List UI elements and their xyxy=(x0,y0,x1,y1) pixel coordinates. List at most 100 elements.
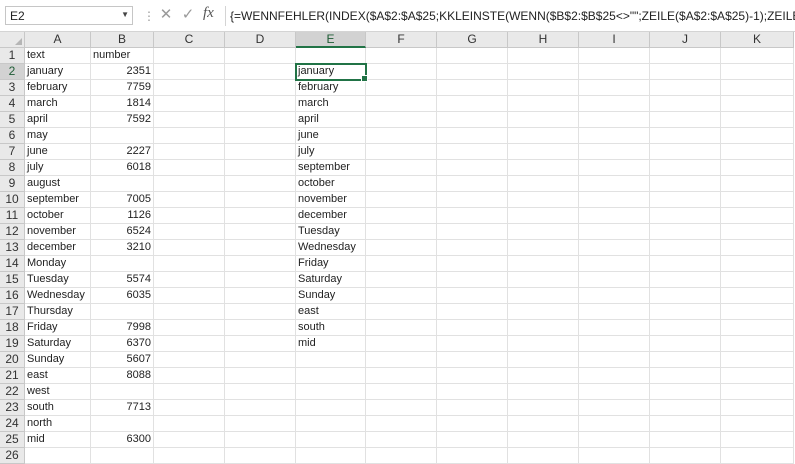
cell-a11[interactable]: october xyxy=(25,208,91,224)
cell-d12[interactable] xyxy=(225,224,296,240)
cell-i9[interactable] xyxy=(579,176,650,192)
cell-c16[interactable] xyxy=(154,288,225,304)
cell-g24[interactable] xyxy=(437,416,508,432)
cell-f4[interactable] xyxy=(366,96,437,112)
cell-k7[interactable] xyxy=(721,144,794,160)
cell-e25[interactable] xyxy=(296,432,366,448)
cell-c6[interactable] xyxy=(154,128,225,144)
cell-b17[interactable] xyxy=(91,304,154,320)
cell-d11[interactable] xyxy=(225,208,296,224)
cell-k13[interactable] xyxy=(721,240,794,256)
cell-f14[interactable] xyxy=(366,256,437,272)
cell-a9[interactable]: august xyxy=(25,176,91,192)
cell-j6[interactable] xyxy=(650,128,721,144)
cell-d17[interactable] xyxy=(225,304,296,320)
cell-h25[interactable] xyxy=(508,432,579,448)
cell-f22[interactable] xyxy=(366,384,437,400)
cell-i16[interactable] xyxy=(579,288,650,304)
cell-k17[interactable] xyxy=(721,304,794,320)
column-header-e[interactable]: E xyxy=(296,32,366,48)
cell-i24[interactable] xyxy=(579,416,650,432)
cell-c18[interactable] xyxy=(154,320,225,336)
cell-e16[interactable]: Sunday xyxy=(296,288,366,304)
cell-c9[interactable] xyxy=(154,176,225,192)
cell-e20[interactable] xyxy=(296,352,366,368)
cell-a3[interactable]: february xyxy=(25,80,91,96)
cell-c15[interactable] xyxy=(154,272,225,288)
cell-g26[interactable] xyxy=(437,448,508,464)
cell-e15[interactable]: Saturday xyxy=(296,272,366,288)
cell-b21[interactable]: 8088 xyxy=(91,368,154,384)
cell-g25[interactable] xyxy=(437,432,508,448)
cell-c26[interactable] xyxy=(154,448,225,464)
cell-k23[interactable] xyxy=(721,400,794,416)
fill-handle[interactable] xyxy=(361,75,368,82)
cell-d21[interactable] xyxy=(225,368,296,384)
cell-c5[interactable] xyxy=(154,112,225,128)
cell-k21[interactable] xyxy=(721,368,794,384)
cell-k12[interactable] xyxy=(721,224,794,240)
cell-i25[interactable] xyxy=(579,432,650,448)
cell-d14[interactable] xyxy=(225,256,296,272)
cell-j11[interactable] xyxy=(650,208,721,224)
cell-b1[interactable]: number xyxy=(91,48,154,64)
cell-h24[interactable] xyxy=(508,416,579,432)
row-header[interactable]: 25 xyxy=(0,432,25,448)
cell-g21[interactable] xyxy=(437,368,508,384)
cell-j17[interactable] xyxy=(650,304,721,320)
cell-k15[interactable] xyxy=(721,272,794,288)
cell-h22[interactable] xyxy=(508,384,579,400)
row-header[interactable]: 13 xyxy=(0,240,25,256)
cell-f20[interactable] xyxy=(366,352,437,368)
cell-i4[interactable] xyxy=(579,96,650,112)
cell-c25[interactable] xyxy=(154,432,225,448)
cell-e18[interactable]: south xyxy=(296,320,366,336)
cell-g13[interactable] xyxy=(437,240,508,256)
cell-a7[interactable]: june xyxy=(25,144,91,160)
cell-h15[interactable] xyxy=(508,272,579,288)
cell-d9[interactable] xyxy=(225,176,296,192)
cell-f5[interactable] xyxy=(366,112,437,128)
row-header[interactable]: 4 xyxy=(0,96,25,112)
cell-f18[interactable] xyxy=(366,320,437,336)
cell-g10[interactable] xyxy=(437,192,508,208)
cell-d6[interactable] xyxy=(225,128,296,144)
cell-h6[interactable] xyxy=(508,128,579,144)
cell-a25[interactable]: mid xyxy=(25,432,91,448)
row-header[interactable]: 6 xyxy=(0,128,25,144)
cell-f26[interactable] xyxy=(366,448,437,464)
cell-d15[interactable] xyxy=(225,272,296,288)
cell-d3[interactable] xyxy=(225,80,296,96)
cell-b16[interactable]: 6035 xyxy=(91,288,154,304)
cell-j18[interactable] xyxy=(650,320,721,336)
cell-a8[interactable]: july xyxy=(25,160,91,176)
row-header[interactable]: 21 xyxy=(0,368,25,384)
cell-b14[interactable] xyxy=(91,256,154,272)
cell-i2[interactable] xyxy=(579,64,650,80)
cell-i12[interactable] xyxy=(579,224,650,240)
cell-h19[interactable] xyxy=(508,336,579,352)
cell-k24[interactable] xyxy=(721,416,794,432)
confirm-icon[interactable]: ✓ xyxy=(179,5,197,25)
cell-g3[interactable] xyxy=(437,80,508,96)
row-header[interactable]: 11 xyxy=(0,208,25,224)
cell-i26[interactable] xyxy=(579,448,650,464)
row-header[interactable]: 17 xyxy=(0,304,25,320)
cell-h17[interactable] xyxy=(508,304,579,320)
cell-e17[interactable]: east xyxy=(296,304,366,320)
cell-e3[interactable]: february xyxy=(296,80,366,96)
cell-j26[interactable] xyxy=(650,448,721,464)
cell-c23[interactable] xyxy=(154,400,225,416)
row-header[interactable]: 24 xyxy=(0,416,25,432)
cell-d7[interactable] xyxy=(225,144,296,160)
cell-c20[interactable] xyxy=(154,352,225,368)
cell-j15[interactable] xyxy=(650,272,721,288)
cell-e19[interactable]: mid xyxy=(296,336,366,352)
cell-g2[interactable] xyxy=(437,64,508,80)
cell-f17[interactable] xyxy=(366,304,437,320)
cell-a16[interactable]: Wednesday xyxy=(25,288,91,304)
cell-e12[interactable]: Tuesday xyxy=(296,224,366,240)
cell-d20[interactable] xyxy=(225,352,296,368)
cell-c24[interactable] xyxy=(154,416,225,432)
insert-function-icon[interactable]: fx xyxy=(203,5,214,22)
